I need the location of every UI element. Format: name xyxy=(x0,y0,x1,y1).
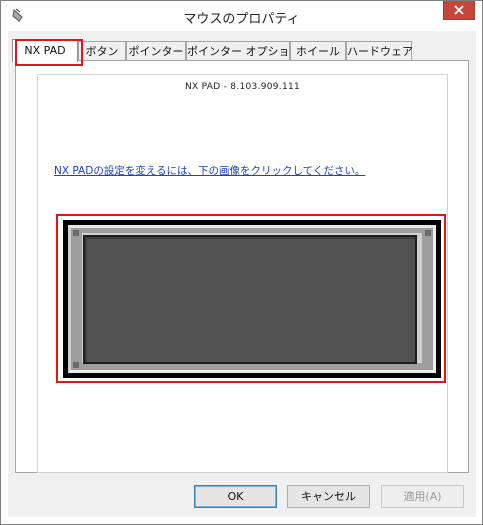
tab-buttons[interactable]: ボタン xyxy=(78,41,126,60)
title-bar[interactable]: マウスのプロパティ xyxy=(1,1,482,31)
tab-panel: NX PAD - 8.103.909.111 NX PADの設定を変えるには、下… xyxy=(15,60,469,473)
ok-button[interactable]: OK xyxy=(194,485,277,508)
group-title: NX PAD - 8.103.909.111 xyxy=(181,82,304,92)
tab-highlight-annotation xyxy=(15,39,83,66)
tab-hardware[interactable]: ハードウェア xyxy=(346,41,413,60)
window-title: マウスのプロパティ xyxy=(183,12,300,27)
touchpad-surface[interactable] xyxy=(83,235,417,364)
mouse-properties-window: マウスのプロパティ NX PAD ボタン ポインター ポインター オプション ホ… xyxy=(0,0,483,525)
touchpad-image-frame[interactable] xyxy=(63,220,441,378)
touchpad-corner xyxy=(73,362,79,368)
dialog-body: NX PAD ボタン ポインター ポインター オプション ホイール ハードウェア… xyxy=(8,31,476,517)
apply-button[interactable]: 適用(A) xyxy=(381,485,464,508)
tab-pointer[interactable]: ポインター xyxy=(126,41,186,60)
settings-link[interactable]: NX PADの設定を変えるには、下の画像をクリックしてください。 xyxy=(54,163,365,178)
tab-wheel[interactable]: ホイール xyxy=(290,41,346,60)
touchpad-corner xyxy=(425,230,431,236)
cancel-button[interactable]: キャンセル xyxy=(287,485,370,508)
touchpad-corner xyxy=(73,230,79,236)
tab-pointer-options[interactable]: ポインター オプション xyxy=(186,41,301,60)
close-icon xyxy=(454,5,464,15)
close-button[interactable] xyxy=(443,1,475,20)
